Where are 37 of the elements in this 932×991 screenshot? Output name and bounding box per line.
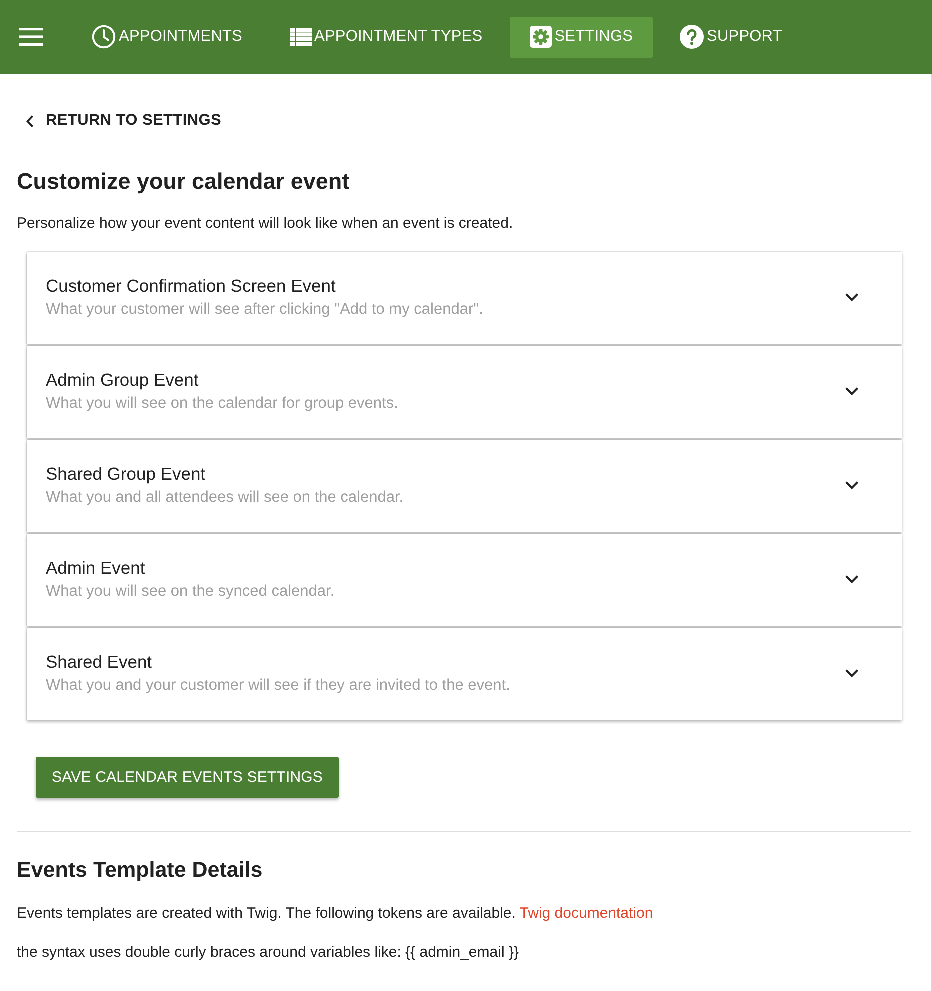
gear-icon bbox=[530, 26, 552, 48]
nav-tab[interactable]: SUPPORT bbox=[660, 16, 802, 58]
menu-icon[interactable] bbox=[19, 28, 43, 46]
event-panel[interactable]: Admin Event What you will see on the synced calendar. bbox=[27, 534, 902, 626]
panel-description: What you will see on the calendar for group events. bbox=[46, 394, 398, 414]
nav-tab[interactable]: APPOINTMENTS bbox=[72, 16, 262, 58]
help-icon bbox=[680, 25, 704, 49]
panel-title: Shared Event bbox=[46, 650, 154, 674]
panel-description: What you will see on the synced calendar. bbox=[46, 582, 335, 602]
event-panel[interactable]: Shared Group Event What you and all attendees will see on the calendar. bbox=[27, 440, 902, 532]
event-panel[interactable]: Shared Event What you and your customer will see if they are invited to the event. bbox=[27, 628, 902, 720]
chevron-down-icon[interactable] bbox=[845, 387, 859, 396]
documentation-link[interactable]: Twig documentation bbox=[520, 905, 654, 922]
chevron-down-icon[interactable] bbox=[845, 669, 859, 678]
template-info-text: Events templates are created with Twig. The following tokens are available. Twig documentation bbox=[17, 905, 654, 924]
intro-text: Personalize how your event content will look like when an event is created. bbox=[17, 214, 514, 234]
chevron-left-icon bbox=[26, 114, 34, 128]
panel-description: What your customer will see after clicking "Add to my calendar". bbox=[46, 300, 484, 320]
chevron-down-icon[interactable] bbox=[845, 293, 859, 302]
chevron-down-icon[interactable] bbox=[845, 575, 859, 584]
syntax-note-text: the syntax uses double curly braces around variables like: {{ admin_email }} bbox=[17, 944, 520, 962]
return-link[interactable]: RETURN TO SETTINGS bbox=[17, 112, 222, 130]
clock-icon bbox=[92, 25, 116, 49]
panel-title: Admin Group Event bbox=[46, 368, 200, 392]
chevron-down-icon[interactable] bbox=[845, 481, 859, 490]
list-icon bbox=[290, 28, 312, 46]
event-panel[interactable]: Customer Confirmation Screen Event What your customer will see after clicking "Add to my calendar". bbox=[27, 252, 902, 344]
save-button[interactable]: SAVE CALENDAR EVENTS SETTINGS bbox=[36, 756, 340, 798]
event-panel[interactable]: Admin Group Event What you will see on the calendar for group events. bbox=[27, 346, 902, 438]
section-heading: Events Template Details bbox=[17, 858, 264, 884]
nav-tab[interactable]: APPOINTMENT TYPES bbox=[270, 16, 503, 58]
panel-description: What you and all attendees will see on the calendar. bbox=[46, 488, 404, 508]
panel-title: Admin Event bbox=[46, 556, 146, 580]
panel-title: Shared Group Event bbox=[46, 462, 207, 486]
panel-title: Customer Confirmation Screen Event bbox=[46, 274, 337, 298]
panel-description: What you and your customer will see if they are invited to the event. bbox=[46, 676, 510, 696]
page-heading: Customize your calendar event bbox=[17, 168, 351, 195]
